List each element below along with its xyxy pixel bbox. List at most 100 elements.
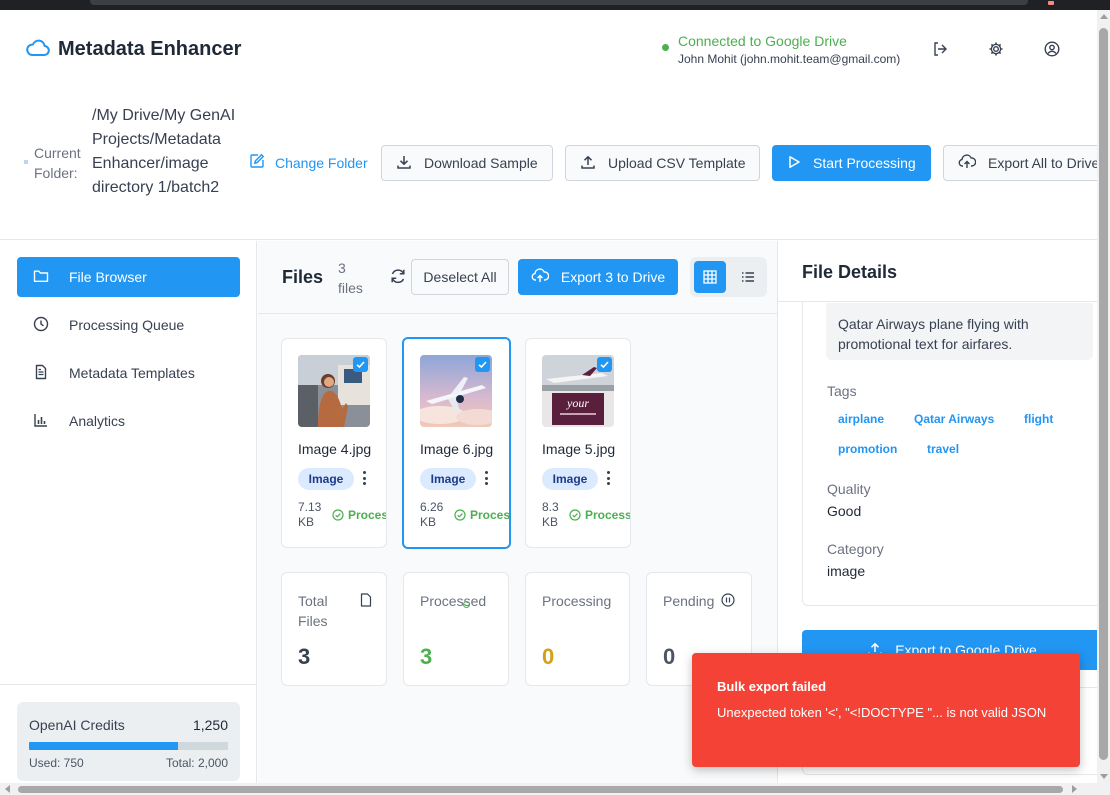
category-label: Category (827, 541, 884, 557)
more-options-icon[interactable] (606, 471, 610, 485)
checkbox-checked-icon[interactable] (597, 357, 612, 372)
stat-label: Processing (542, 593, 612, 609)
credits-progress-fill (29, 742, 179, 750)
stat-processing: Processing 0 (525, 572, 630, 686)
tag-chip[interactable]: flight (1024, 412, 1053, 426)
stat-label: Pending (663, 593, 715, 609)
stat-total-files: Total Files 3 (281, 572, 387, 686)
tag-chip[interactable]: airplane (838, 412, 884, 426)
file-name: Image 4.jpg (298, 441, 372, 457)
checkbox-checked-icon[interactable] (353, 357, 368, 372)
clock-icon (33, 316, 49, 335)
more-options-icon[interactable] (362, 471, 366, 485)
account-icon[interactable] (1041, 38, 1063, 60)
file-card[interactable]: Image 6.jpg Image 6.26 KB Processed (402, 337, 511, 549)
cloud-upload-icon (958, 153, 977, 173)
credits-panel: OpenAI Credits 1,250 Used: 750 Total: 2,… (17, 702, 240, 781)
address-bar[interactable] (90, 0, 1028, 5)
sidebar-item-analytics[interactable]: Analytics (17, 401, 240, 441)
play-icon (787, 155, 801, 172)
category-value: image (827, 563, 866, 579)
sidebar-item-label: File Browser (69, 269, 147, 285)
file-description: Qatar Airways plane flying with promotio… (826, 303, 1093, 360)
file-size: 6.26 KB (420, 500, 444, 529)
logout-icon[interactable] (929, 38, 951, 60)
export-selected-button[interactable]: Export 3 to Drive (518, 259, 678, 295)
quality-label: Quality (827, 481, 871, 497)
file-size: 7.13 KB (298, 500, 322, 529)
grid-view-icon[interactable] (694, 261, 726, 293)
current-folder-label-text: Current Folder: (34, 145, 81, 181)
export-all-button[interactable]: Export All to Drive (943, 145, 1100, 181)
files-count: 3 files (338, 260, 363, 296)
file-size: 8.3 KB (542, 500, 559, 529)
file-details-header: File Details (778, 241, 1098, 302)
check-circle-icon (463, 595, 470, 611)
status-badge: Processed (332, 508, 386, 522)
scroll-right-icon[interactable] (1072, 785, 1077, 793)
svg-text:your: your (566, 396, 589, 410)
check-circle-icon (569, 509, 581, 521)
change-folder-button[interactable]: Change Folder (249, 153, 368, 172)
vertical-scrollbar[interactable] (1097, 10, 1110, 783)
folder-icon (33, 269, 49, 286)
status-dot (662, 44, 669, 51)
export-all-label: Export All to Drive (988, 155, 1100, 171)
check-circle-icon (454, 509, 466, 521)
stat-label: Total Files (298, 593, 328, 629)
pause-circle-icon (721, 593, 735, 610)
file-card[interactable]: your Image 5.jpg Image 8.3 KB Processed (525, 338, 631, 548)
gear-icon[interactable] (985, 38, 1007, 60)
scroll-left-icon[interactable] (5, 785, 10, 793)
file-thumbnail (420, 355, 492, 427)
deselect-all-button[interactable]: Deselect All (411, 259, 509, 295)
cloud-icon (26, 39, 50, 60)
sidebar-item-processing-queue[interactable]: Processing Queue (17, 305, 240, 345)
checkbox-checked-icon[interactable] (475, 357, 490, 372)
file-name: Image 5.jpg (542, 441, 616, 457)
deselect-all-label: Deselect All (423, 269, 497, 285)
download-sample-label: Download Sample (424, 155, 538, 171)
refresh-icon[interactable] (389, 267, 407, 288)
sidebar: File Browser Processing Queue Metadata T… (0, 241, 257, 783)
tag-chip[interactable]: promotion (838, 442, 897, 456)
change-folder-label: Change Folder (275, 154, 368, 171)
quality-value: Good (827, 503, 862, 519)
sidebar-item-label: Metadata Templates (69, 365, 195, 381)
cloud-upload-icon (531, 267, 550, 287)
stat-value: 3 (420, 644, 433, 669)
user-email: John Mohit (john.mohit.team@gmail.com) (678, 52, 901, 66)
status-text: Processed (585, 508, 630, 522)
file-name: Image 6.jpg (420, 441, 494, 457)
app-logo: Metadata Enhancer (26, 38, 241, 61)
credits-label: OpenAI Credits (29, 717, 125, 733)
download-sample-button[interactable]: Download Sample (381, 145, 553, 181)
scrollbar-thumb[interactable] (1099, 28, 1108, 760)
files-title: Files (282, 267, 324, 287)
sidebar-item-metadata-templates[interactable]: Metadata Templates (17, 353, 240, 393)
error-toast[interactable]: Bulk export failed Unexpected token '<',… (692, 653, 1080, 767)
start-processing-button[interactable]: Start Processing (772, 145, 931, 181)
sidebar-item-label: Processing Queue (69, 317, 185, 333)
more-options-icon[interactable] (484, 471, 488, 485)
sidebar-item-file-browser[interactable]: File Browser (17, 257, 240, 297)
tag-chip[interactable]: travel (927, 442, 959, 456)
credits-amount: 1,250 (192, 717, 228, 733)
horizontal-scrollbar[interactable] (0, 783, 1110, 795)
stat-value: 3 (298, 644, 311, 669)
file-card[interactable]: Image 4.jpg Image 7.13 KB Processed (281, 338, 387, 548)
edit-icon (249, 153, 265, 172)
list-view-icon[interactable] (732, 261, 764, 293)
stat-value: 0 (542, 644, 555, 669)
file-thumbnail (298, 355, 370, 427)
upload-csv-button[interactable]: Upload CSV Template (565, 145, 760, 181)
tag-chip[interactable]: Qatar Airways (914, 412, 994, 426)
connection-status-text: Connected to Google Drive (678, 33, 847, 49)
scrollbar-thumb[interactable] (18, 786, 1063, 793)
browser-top-bar (0, 0, 1110, 10)
app-title: Metadata Enhancer (58, 38, 242, 60)
scroll-down-icon[interactable] (1100, 774, 1108, 779)
scroll-up-icon[interactable] (1100, 14, 1108, 19)
status-badge: Processed (454, 508, 509, 522)
download-icon (396, 154, 412, 173)
